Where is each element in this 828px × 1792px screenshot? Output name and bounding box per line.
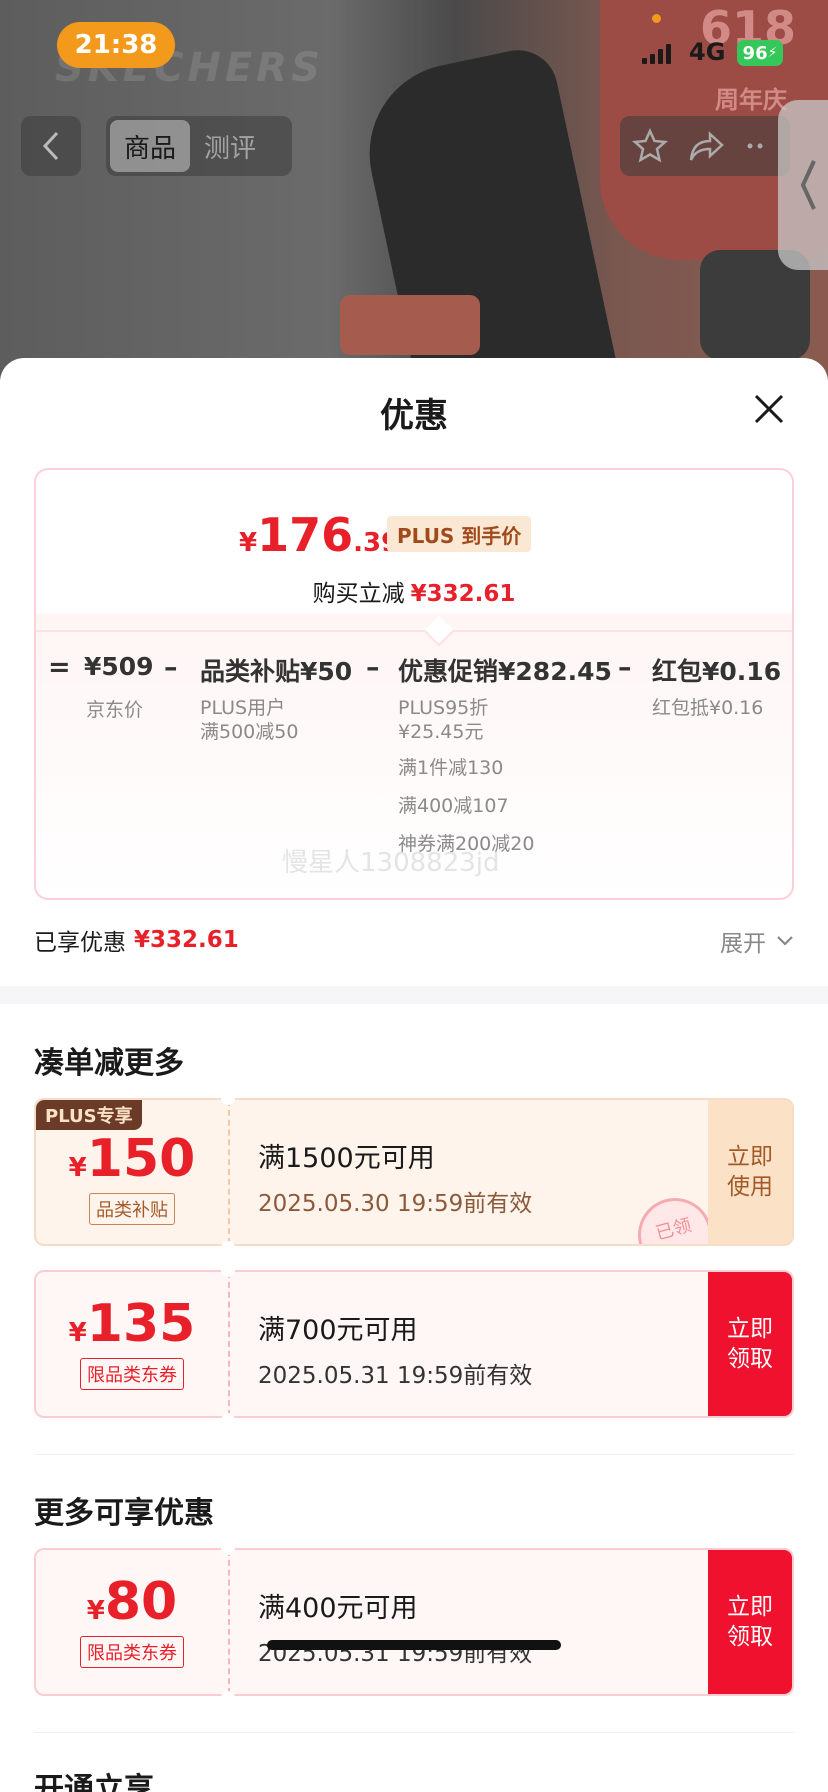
back-button[interactable] [21, 116, 81, 176]
use-now-button[interactable]: 立即 使用 [708, 1100, 792, 1244]
sheet-title: 优惠 [380, 396, 448, 436]
section-title-extra: 更多可享优惠 [34, 1496, 214, 1531]
promo-detail: PLUS95折 [398, 697, 489, 719]
divider [34, 1454, 794, 1455]
claimed-stamp: 已领 [629, 1189, 721, 1244]
section-title-open: 开通立享 [34, 1772, 154, 1792]
minus-sign: – [164, 652, 178, 683]
network-type: 4G [689, 38, 726, 66]
price-breakdown-card: ¥176.39 PLUS 到手价 购买立减 ¥332.61 = ¥509 京东价 … [34, 468, 794, 900]
category-subsidy: 品类补贴¥50 [200, 657, 353, 686]
promo-discount: 优惠促销¥282.45 [398, 657, 612, 686]
battery-level: 96 [742, 42, 768, 64]
section-title-more: 凑单减更多 [34, 1046, 184, 1081]
plus-exclusive-badge: PLUS专享 [36, 1100, 142, 1130]
home-indicator[interactable] [267, 1640, 561, 1650]
jd-price-value: ¥509 [84, 652, 154, 681]
promo-detail: ¥25.45元 [398, 721, 484, 743]
expand-button[interactable]: 展开 [720, 924, 794, 958]
red-packet-detail: 红包抵¥0.16 [652, 697, 764, 719]
tab-product[interactable]: 商品 [110, 120, 191, 172]
equals-sign: = [48, 652, 71, 683]
signal-strength-icon [642, 42, 672, 64]
promo-detail: 满1件减130 [398, 757, 504, 779]
coupon-tag: 限品类东券 [80, 1358, 184, 1390]
status-time: 21:38 [57, 22, 175, 68]
divider [34, 1732, 794, 1733]
minus-sign: – [618, 652, 632, 683]
coupon-value: ¥80 限品类东券 [36, 1550, 230, 1694]
section-divider [0, 986, 828, 1004]
coupon-expiry: 2025.05.30 19:59前有效 [258, 1191, 533, 1217]
chevron-left-icon [42, 131, 59, 161]
coupon-card: ¥150 品类补贴 PLUS专享 满1500元可用 2025.05.30 19:… [34, 1098, 794, 1246]
claim-now-button[interactable]: 立即 领取 [708, 1550, 792, 1694]
battery-icon: 96 ⚡ [737, 40, 783, 66]
category-subsidy-detail: 满500减50 [200, 721, 299, 743]
tab-review[interactable]: 测评 [190, 120, 270, 172]
coupon-condition: 满700元可用 [258, 1315, 418, 1346]
coupon-card: ¥135 限品类东券 满700元可用 2025.05.31 19:59前有效 立… [34, 1270, 794, 1418]
more-icon[interactable] [746, 128, 766, 164]
privacy-indicator-dot [652, 14, 661, 23]
claim-now-button[interactable]: 立即 领取 [708, 1272, 792, 1416]
side-drawer-handle[interactable] [778, 100, 828, 270]
promo-anniversary-text: 周年庆 [715, 86, 787, 114]
product-tabs: 商品 测评 [106, 116, 292, 176]
final-price: ¥176.39 [239, 508, 400, 562]
plus-price-badge: PLUS 到手价 [387, 516, 532, 552]
red-packet: 红包¥0.16 [652, 657, 782, 686]
promo-detail: 神券满200减20 [398, 833, 535, 855]
nav-actions [620, 116, 790, 176]
enjoyed-amount: ¥332.61 [134, 927, 239, 953]
star-icon[interactable] [632, 128, 668, 164]
coupon-tag: 限品类东券 [80, 1636, 184, 1668]
chevron-left-icon [800, 160, 816, 210]
enjoyed-discount-row: 已享优惠 ¥332.61 展开 [34, 920, 794, 960]
coupon-condition: 满400元可用 [258, 1593, 418, 1624]
enjoyed-label: 已享优惠 [34, 930, 126, 956]
expand-label: 展开 [720, 931, 766, 957]
close-icon[interactable] [750, 390, 788, 428]
coupon-condition: 满1500元可用 [258, 1143, 435, 1174]
coupon-tag: 品类补贴 [89, 1193, 175, 1225]
jd-price-label: 京东价 [86, 699, 144, 721]
coupon-card: ¥80 限品类东券 满400元可用 2025.05.31 19:59前有效 立即… [34, 1548, 794, 1696]
coupon-value: ¥135 限品类东券 [36, 1272, 230, 1416]
chevron-down-icon [777, 936, 793, 946]
promo-detail: 满400减107 [398, 795, 509, 817]
category-subsidy-detail: PLUS用户 [200, 697, 286, 719]
instant-reduce: 购买立减 ¥332.61 [312, 581, 516, 607]
coupon-expiry: 2025.05.31 19:59前有效 [258, 1363, 533, 1389]
share-icon[interactable] [688, 128, 726, 164]
discount-sheet: 优惠 ¥176.39 PLUS 到手价 购买立减 ¥332.61 = ¥509 京… [0, 358, 828, 1792]
minus-sign: – [366, 652, 380, 683]
